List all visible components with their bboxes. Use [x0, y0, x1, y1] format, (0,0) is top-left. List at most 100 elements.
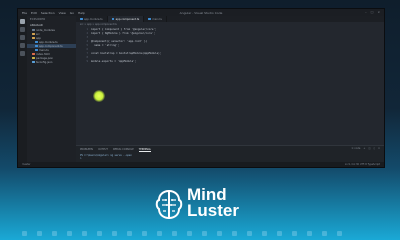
bottom-panel: PROBLEMS OUTPUT DEBUG CONSOLE TERMINAL 1: n… [76, 145, 384, 162]
line-number: 8 [86, 55, 88, 59]
line-number: 7 [86, 51, 88, 55]
footer-icon [232, 231, 237, 236]
source-control-icon[interactable] [20, 35, 25, 40]
tree-item-label: app.module.ts [39, 40, 58, 44]
explorer-sidebar: EXPLORER ANGULAR node_modules src app app.m… [27, 16, 76, 162]
line-number: 5 [86, 43, 88, 47]
file-icon [35, 40, 38, 44]
file-tree: node_modules src app app.module.ts app.compo… [27, 28, 76, 64]
code-text: @Component({ selector: 'app-root' }) [91, 39, 148, 43]
git-branch[interactable]: master [22, 163, 30, 166]
code-editor[interactable]: 1 import { Component } from '@angular/cor… [76, 27, 384, 91]
footer-icon [262, 231, 267, 236]
footer-icon [217, 231, 222, 236]
footer-icon [52, 231, 57, 236]
file-icon [32, 52, 35, 56]
file-icon [35, 44, 38, 48]
add-terminal-icon[interactable]: + [363, 147, 365, 150]
footer-icon [157, 231, 162, 236]
mouse-cursor-highlight [93, 90, 105, 102]
tab-label: app.component.ts [115, 17, 140, 21]
footer-icon [127, 231, 132, 236]
tree-item-label: tsconfig.json [36, 60, 53, 64]
footer-icon [322, 231, 327, 236]
brain-icon [155, 189, 183, 220]
typescript-icon [80, 17, 83, 21]
line-number: 4 [86, 39, 88, 43]
status-info: Ln 9, Col 30 UTF-8 TypeScript [344, 163, 380, 166]
editor-tab[interactable]: main.ts [144, 16, 167, 22]
maximize-icon[interactable]: □ [371, 10, 374, 14]
tree-item[interactable]: tsconfig.json [27, 60, 76, 64]
footer-icon [82, 231, 87, 236]
footer-icon [172, 231, 177, 236]
mindluster-logo: Mind Luster [154, 186, 244, 226]
typescript-icon [148, 17, 151, 21]
tree-item-label: app.component.ts [39, 44, 63, 48]
footer-icon [67, 231, 72, 236]
footer-icons [22, 231, 378, 237]
footer-icon [337, 231, 342, 236]
typescript-icon [111, 17, 115, 21]
breadcrumb[interactable]: src > app > app.component.ts [76, 22, 384, 26]
brand-line-2: Luster [187, 201, 239, 220]
tree-item-label: src [36, 32, 40, 36]
footer-icon [307, 231, 312, 236]
file-icon [32, 36, 35, 40]
panel-tab[interactable]: OUTPUT [98, 148, 108, 152]
menu-edit[interactable]: Edit [31, 11, 37, 15]
code-text: import { NgModule } from '@angular/core'… [91, 31, 156, 35]
explorer-icon[interactable] [20, 19, 25, 24]
trash-icon[interactable]: ▯ [374, 147, 375, 150]
file-icon [32, 32, 35, 36]
terminal-output[interactable]: PS C:\Users\Angular> ng serve --open > [76, 153, 384, 161]
editor-area: app.module.ts app.component.ts main.ts src… [76, 16, 384, 162]
menu-view[interactable]: View [59, 11, 66, 15]
tree-item-label: index.html [36, 52, 50, 56]
tree-item-label: package.json [36, 56, 54, 60]
footer-icon [22, 231, 27, 236]
line-number: 1 [86, 27, 88, 31]
footer-icon [97, 231, 102, 236]
footer-icon [277, 231, 282, 236]
close-panel-icon[interactable]: × [378, 147, 380, 150]
terminal-selector[interactable]: 1: node [351, 147, 360, 150]
code-text: name = 'string'; [91, 43, 120, 47]
line-number: 9 [86, 59, 88, 63]
line-number: 2 [86, 31, 88, 35]
editor-tab[interactable]: app.module.ts [76, 16, 108, 22]
menu-bar: File Edit Selection View Go Help Angular… [18, 9, 384, 16]
debug-icon[interactable] [20, 43, 25, 48]
activity-bar [18, 16, 27, 162]
extensions-icon[interactable] [20, 51, 25, 56]
editor-tab[interactable]: app.component.ts [107, 16, 145, 22]
file-icon [35, 48, 38, 52]
line-number: 3 [86, 35, 88, 39]
search-icon[interactable] [20, 27, 25, 32]
file-icon [32, 60, 35, 64]
menu-file[interactable]: File [22, 11, 27, 15]
panel-tab[interactable]: PROBLEMS [80, 148, 93, 152]
menu-help[interactable]: Help [78, 11, 85, 15]
explorer-header: EXPLORER [30, 18, 46, 21]
footer-icon [292, 231, 297, 236]
file-icon [32, 28, 35, 32]
footer-icon [187, 231, 192, 236]
panel-tabs: PROBLEMS OUTPUT DEBUG CONSOLE TERMINAL [76, 146, 384, 153]
file-icon [32, 56, 35, 60]
tab-label: app.module.ts [84, 17, 103, 21]
panel-tab[interactable]: DEBUG CONSOLE [113, 148, 134, 152]
tree-item-label: app [36, 36, 41, 40]
panel-tab[interactable]: TERMINAL [138, 148, 151, 152]
split-terminal-icon[interactable]: ◫ [368, 147, 370, 150]
code-line: 9 module.exports = 'AppModule'; [76, 59, 384, 63]
menu-go[interactable]: Go [70, 11, 74, 15]
line-number: 6 [86, 47, 88, 51]
code-text: import { Component } from '@angular/core… [91, 27, 157, 31]
menu-selection[interactable]: Selection [41, 11, 55, 15]
footer-icon [112, 231, 117, 236]
code-text: const bootstrap = bootstrapModule(AppMod… [91, 51, 162, 55]
tree-item-label: node_modules [36, 28, 55, 32]
close-icon[interactable]: × [377, 10, 380, 14]
minimize-icon[interactable]: – [365, 10, 367, 14]
